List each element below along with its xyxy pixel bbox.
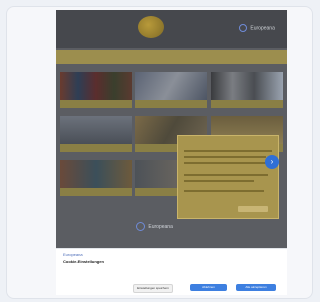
tile-image: [60, 160, 132, 188]
save-settings-button[interactable]: Einstellungen speichern: [133, 284, 173, 293]
footer-logo[interactable]: Europeana: [136, 222, 173, 231]
tile-image: [135, 72, 207, 100]
popup-text-line: [184, 162, 270, 164]
tile-caption: [211, 100, 283, 108]
popup-text-line: [184, 190, 264, 192]
gallery-tile[interactable]: [60, 72, 132, 114]
accept-all-button[interactable]: Alle akzeptieren: [236, 284, 276, 291]
europeana-logo-icon: [136, 222, 145, 231]
footer-logo-text: Europeana: [148, 223, 173, 230]
partner-logo[interactable]: Europeana: [239, 24, 275, 32]
europeana-logo-icon: [239, 24, 247, 32]
gallery-tile[interactable]: [135, 72, 207, 114]
tile-caption: [60, 144, 132, 152]
gallery-tile[interactable]: [211, 72, 283, 114]
site-header: Europeana: [56, 10, 287, 48]
chat-icon[interactable]: ›: [265, 155, 279, 169]
tile-image: [211, 72, 283, 100]
info-popup: [177, 135, 279, 219]
site-logo-icon[interactable]: [138, 16, 164, 38]
main-navigation: [56, 50, 287, 64]
gallery-tile[interactable]: [60, 160, 132, 202]
cookie-banner-logo: Europeana: [63, 252, 83, 257]
popup-text-line: [184, 150, 272, 152]
decline-button[interactable]: Ablehnen: [190, 284, 227, 291]
popup-button[interactable]: [238, 206, 268, 212]
popup-text-line: [184, 156, 266, 158]
tile-caption: [60, 100, 132, 108]
gallery-tile[interactable]: [60, 116, 132, 158]
popup-text-line: [184, 180, 254, 182]
cookie-banner: Europeana Cookie-Einstellungen Einstellu…: [56, 248, 287, 295]
partner-logo-text: Europeana: [250, 25, 275, 32]
tile-caption: [60, 188, 132, 196]
tile-caption: [135, 100, 207, 108]
tile-image: [60, 72, 132, 100]
cookie-banner-title: Cookie-Einstellungen: [63, 259, 104, 264]
screenshot-card: Europeana Europeana Europeana Cookie-Ein…: [6, 6, 313, 299]
tile-image: [60, 116, 132, 144]
popup-text-line: [184, 174, 268, 176]
